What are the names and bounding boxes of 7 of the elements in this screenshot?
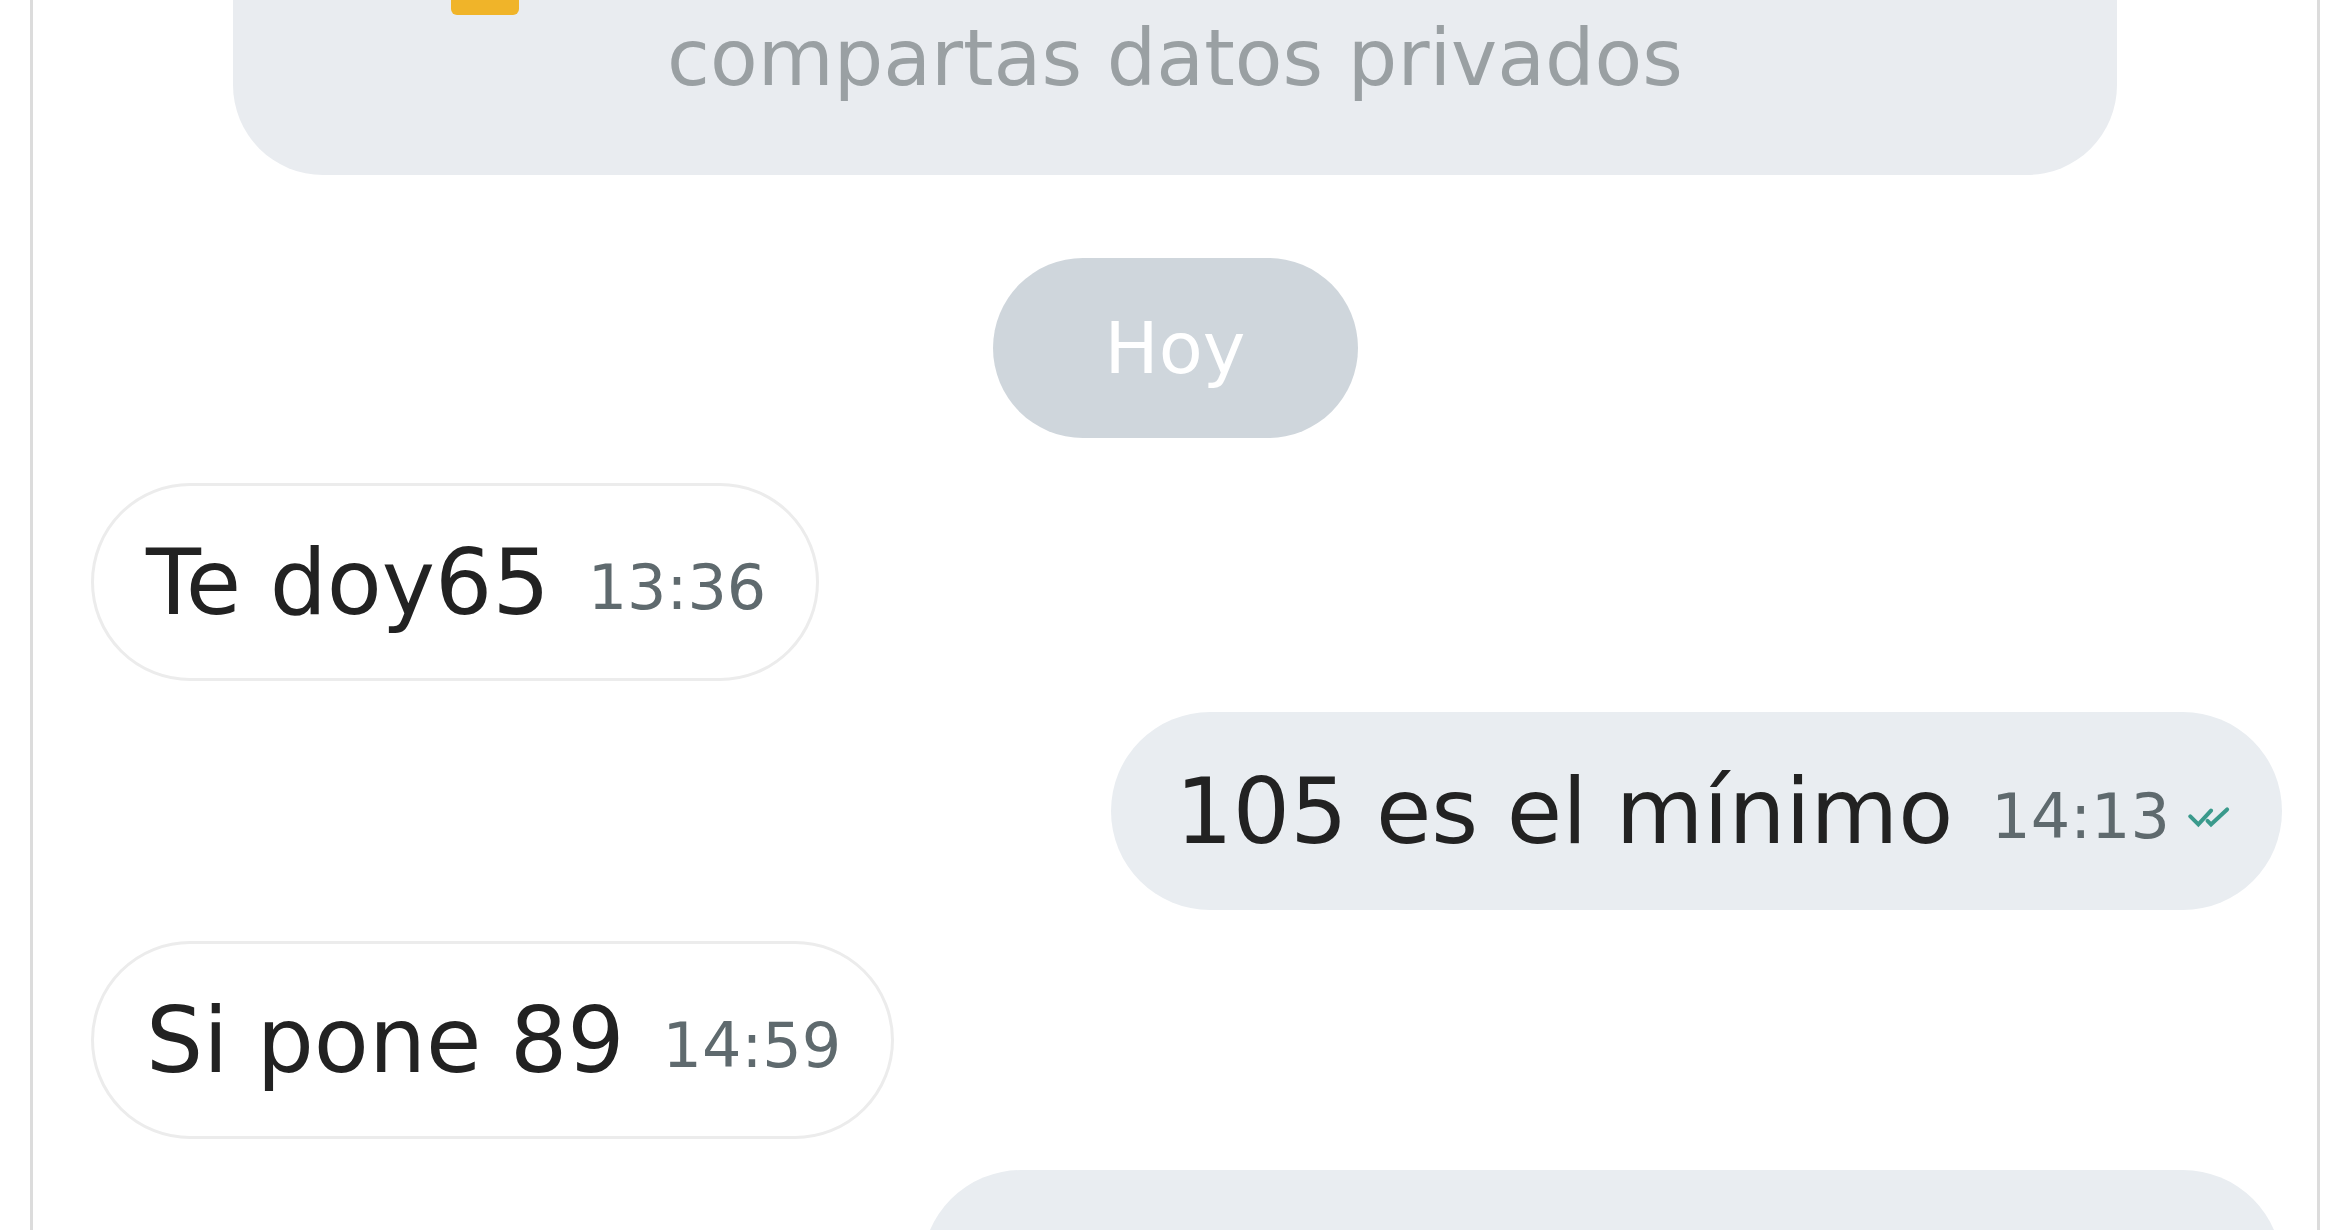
message-text: Si pone 89 (146, 987, 625, 1093)
message-time: 14:13 (1991, 779, 2170, 853)
message-text: Te doy65 (146, 529, 550, 635)
message-text: 105 es el mínimo (1175, 758, 1954, 864)
message-time: 13:36 (587, 550, 767, 624)
notice-text: compartas datos privados (667, 12, 1683, 105)
message-time: 14:59 (662, 1008, 842, 1082)
